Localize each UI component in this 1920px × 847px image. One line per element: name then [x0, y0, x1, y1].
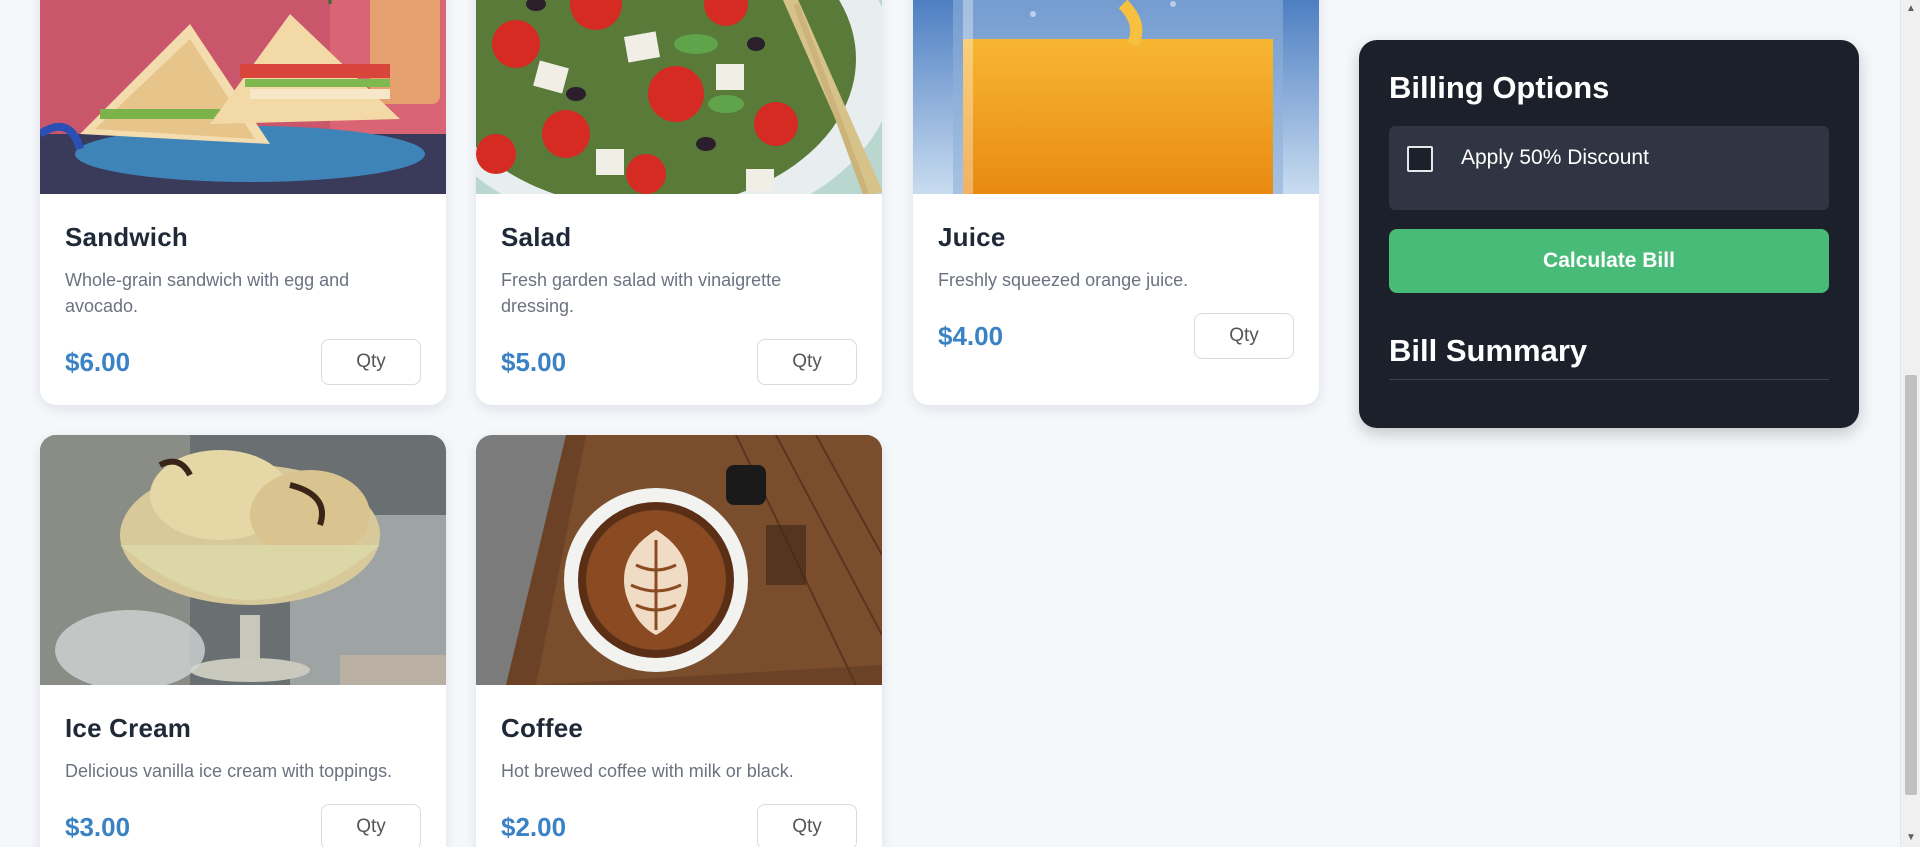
- item-description: Delicious vanilla ice cream with topping…: [65, 761, 393, 781]
- menu-card-ice-cream: Ice Cream Delicious vanilla ice cream wi…: [40, 435, 446, 847]
- scroll-up-icon[interactable]: ▲: [1901, 0, 1920, 18]
- item-name: Juice: [938, 222, 1006, 252]
- bill-summary-title: Bill Summary: [1389, 333, 1829, 380]
- item-description: Hot brewed coffee with milk or black.: [501, 761, 794, 781]
- quantity-input[interactable]: [757, 339, 857, 385]
- item-description: Fresh garden salad with vinaigrette dres…: [501, 270, 782, 316]
- item-price: $5.00: [501, 346, 567, 377]
- calculate-bill-button[interactable]: Calculate Bill: [1389, 229, 1829, 293]
- sandwich-photo: [40, 0, 446, 194]
- vertical-scrollbar[interactable]: ▲ ▼: [1900, 0, 1920, 847]
- item-price: $2.00: [501, 811, 567, 842]
- item-name: Salad: [501, 222, 572, 252]
- menu-card-sandwich: Sandwich Whole-grain sandwich with egg a…: [40, 0, 446, 405]
- discount-option[interactable]: Apply 50% Discount: [1389, 126, 1829, 210]
- salad-photo: [476, 0, 882, 194]
- item-description: Freshly squeezed orange juice.: [938, 270, 1189, 290]
- quantity-input[interactable]: [757, 804, 857, 847]
- scroll-thumb[interactable]: [1905, 375, 1917, 795]
- item-price: $4.00: [938, 320, 1004, 351]
- quantity-input[interactable]: [321, 339, 421, 385]
- item-price: $6.00: [65, 346, 131, 377]
- item-name: Coffee: [501, 713, 584, 743]
- scroll-down-icon[interactable]: ▼: [1901, 829, 1920, 847]
- discount-label[interactable]: Apply 50% Discount: [1461, 146, 1649, 170]
- orange-juice-photo: [913, 0, 1319, 194]
- item-price: $3.00: [65, 811, 131, 842]
- menu-card-salad: Salad Fresh garden salad with vinaigrett…: [476, 0, 882, 405]
- billing-title: Billing Options: [1389, 70, 1610, 105]
- discount-checkbox[interactable]: [1407, 146, 1433, 172]
- item-name: Sandwich: [65, 222, 188, 252]
- coffee-photo: [476, 435, 882, 685]
- quantity-input[interactable]: [321, 804, 421, 847]
- menu-page: Sandwich Whole-grain sandwich with egg a…: [0, 0, 1920, 847]
- menu-card-coffee: Coffee Hot brewed coffee with milk or bl…: [476, 435, 882, 847]
- item-name: Ice Cream: [65, 713, 192, 743]
- menu-card-juice: Juice Freshly squeezed orange juice. $4.…: [913, 0, 1319, 405]
- ice-cream-photo: [40, 435, 446, 685]
- item-description: Whole-grain sandwich with egg and avocad…: [65, 270, 350, 316]
- quantity-input[interactable]: [1194, 313, 1294, 359]
- billing-panel: Billing Options Apply 50% Discount Calcu…: [1359, 40, 1859, 428]
